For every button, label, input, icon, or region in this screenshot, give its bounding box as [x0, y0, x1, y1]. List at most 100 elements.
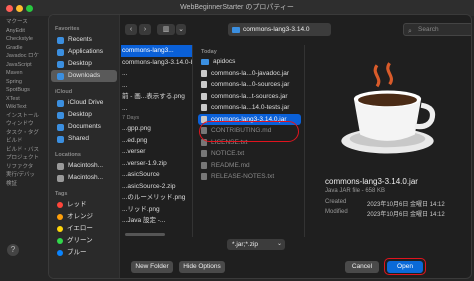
file-icon — [201, 104, 207, 112]
preview-created-row: Created 2023年10月6日 金曜日 14:12 — [325, 199, 445, 208]
sidebar-tag-item[interactable]: レッド — [51, 199, 117, 211]
search-field[interactable]: ⌕ Search — [403, 23, 471, 36]
parent-list-item[interactable]: ...gpp.png — [121, 123, 192, 135]
file-list-item[interactable]: RELEASE-NOTES.txt — [195, 171, 304, 183]
sidebar-item-desktop[interactable]: Desktop — [51, 58, 117, 70]
preferences-tree-item[interactable]: 検証 — [0, 180, 48, 189]
sidebar-tag-item[interactable]: ブルー — [51, 247, 117, 259]
preferences-tree-item[interactable]: SpotBugs — [0, 86, 48, 95]
file-list-item[interactable]: apidocs — [195, 56, 304, 68]
sidebar-favorites-header: Favorites — [55, 26, 80, 32]
minimize-window-button[interactable] — [16, 5, 23, 12]
file-list-item[interactable]: NOTICE.txt — [195, 148, 304, 160]
preferences-tree-item[interactable]: リファクタ — [0, 163, 48, 172]
preferences-tree-item[interactable]: Javadoc ロケ — [0, 52, 48, 61]
sidebar-tags-header: Tags — [55, 191, 68, 197]
preferences-tree-item[interactable]: 実行/デバッ — [0, 171, 48, 180]
sidebar-item-desktop[interactable]: Desktop — [51, 109, 117, 121]
zoom-window-button[interactable] — [26, 5, 33, 12]
date-group-header: 7 Days — [122, 115, 140, 121]
sidebar-item-label: Shared — [68, 135, 89, 142]
preferences-tree-item[interactable]: プロジェクト — [0, 154, 48, 163]
sidebar-item-macintosh-[interactable]: Macintosh... — [51, 172, 117, 184]
file-type-filter[interactable]: *.jar;*.zip ⌄ — [227, 239, 285, 250]
sidebar-tag-item[interactable]: オレンジ — [51, 211, 117, 223]
parent-list-item[interactable]: ...のルーメリッド.png — [121, 192, 192, 204]
preferences-tree-item[interactable]: ビルド — [0, 137, 48, 146]
preferences-tree-item[interactable]: タスク・タグ — [0, 129, 48, 138]
path-popup[interactable]: commons-lang3-3.14.0 — [228, 23, 331, 36]
folder-icon — [232, 26, 240, 33]
forward-button[interactable]: › — [139, 24, 151, 35]
parent-list-item[interactable]: ...verser-1.9.zip — [121, 158, 192, 170]
preferences-tree-item[interactable]: ウィンドウ — [0, 120, 48, 129]
preferences-tree-item[interactable]: AnyEdit — [0, 27, 48, 36]
sidebar-tag-label: ブルー — [67, 249, 87, 256]
parent-list-item[interactable]: ...リッド.png — [121, 204, 192, 216]
disk-icon — [57, 174, 64, 182]
sidebar-item-recents[interactable]: Recents — [51, 34, 117, 46]
highlight-ring-file — [199, 121, 299, 142]
preferences-tree-item[interactable]: Spring — [0, 78, 48, 87]
sidebar-item-label: Desktop — [68, 60, 92, 67]
file-list-item[interactable]: commons-la...t-sources.jar — [195, 91, 304, 103]
parent-list-item[interactable]: ... — [121, 103, 192, 115]
sidebar-item-label: Recents — [68, 36, 92, 43]
modified-value: 2023年10月6日 金曜日 14:12 — [367, 212, 445, 218]
preferences-tree-item[interactable]: マクース — [0, 18, 48, 27]
back-button[interactable]: ‹ — [125, 24, 137, 35]
file-icon — [201, 69, 207, 77]
parent-list-item[interactable]: ...asicSource — [121, 169, 192, 181]
parent-list-item[interactable]: commons-lang3... — [121, 45, 192, 57]
parent-list-item[interactable]: ... — [121, 80, 192, 92]
preferences-tree-item[interactable]: インストール — [0, 112, 48, 121]
preferences-tree-item[interactable]: JavaScript — [0, 61, 48, 70]
sidebar-item-documents[interactable]: Documents — [51, 121, 117, 133]
preferences-tree-item[interactable]: Gradle — [0, 44, 48, 53]
sidebar-tag-item[interactable]: イエロー — [51, 223, 117, 235]
view-columns-button[interactable]: ▥ — [157, 24, 175, 35]
folder-icon — [201, 58, 209, 65]
highlight-ring-open — [384, 258, 426, 275]
sidebar-item-shared[interactable]: Shared — [51, 133, 117, 145]
new-folder-button[interactable]: New Folder — [131, 261, 173, 273]
parent-list-item[interactable]: ...verser — [121, 146, 192, 158]
tag-color-icon — [57, 202, 63, 208]
close-window-button[interactable] — [6, 5, 13, 12]
preferences-tree: マクース AnyEdit Checkstyle Gradle Javadoc ロケ Jav… — [0, 18, 48, 188]
file-list-item[interactable]: commons-la...0-javadoc.jar — [195, 68, 304, 80]
sidebar-icloud-header: iCloud — [55, 89, 73, 95]
preferences-tree-item[interactable]: XTest — [0, 95, 48, 104]
view-options-button[interactable]: ⌄ — [176, 24, 186, 35]
file-list-item[interactable]: commons-la...0-sources.jar — [195, 79, 304, 91]
cancel-button[interactable]: Cancel — [345, 261, 379, 273]
file-name: apidocs — [213, 58, 236, 65]
clock-icon — [57, 36, 64, 44]
hide-options-button[interactable]: Hide Options — [179, 261, 225, 273]
preview-filename: commons-lang3-3.14.0.jar — [325, 177, 418, 186]
file-list-item[interactable]: README.md — [195, 160, 304, 172]
modified-label: Modified — [325, 209, 348, 215]
sidebar-item-icloud-drive[interactable]: iCloud Drive — [51, 97, 117, 109]
parent-list-item[interactable]: ...asicSource-2.zip — [121, 181, 192, 193]
preferences-tree-item[interactable]: WikiText — [0, 103, 48, 112]
sidebar-item-downloads[interactable]: Downloads — [51, 70, 117, 82]
parent-list-item[interactable]: 前 - 画...表示する.png — [121, 91, 192, 103]
parent-list-item[interactable]: ...Java 設定 -... — [121, 215, 192, 227]
help-icon[interactable]: ? — [7, 244, 19, 256]
open-file-dialog: Favorites Recents Applications Desktop Down… — [48, 14, 472, 279]
file-list-item[interactable]: commons-la...14.0-tests.jar — [195, 102, 304, 114]
preferences-tree-item[interactable]: Maven — [0, 69, 48, 78]
parent-list-item[interactable]: ... — [121, 68, 192, 80]
sidebar-tag-label: オレンジ — [67, 213, 93, 220]
preferences-tree-item[interactable]: Checkstyle — [0, 35, 48, 44]
sidebar-item-applications[interactable]: Applications — [51, 46, 117, 58]
parent-list-item[interactable]: commons-lang3-3.14.0-bin.zip — [121, 57, 192, 69]
tag-color-icon — [57, 214, 63, 220]
parent-list-item[interactable]: ...ed.png — [121, 135, 192, 147]
preferences-tree-item[interactable]: ビルド・バス — [0, 146, 48, 155]
column-scrollbar[interactable] — [125, 233, 165, 236]
sidebar-tag-item[interactable]: グリーン — [51, 235, 117, 247]
file-icon — [201, 150, 207, 158]
sidebar-item-macintosh-[interactable]: Macintosh... — [51, 160, 117, 172]
